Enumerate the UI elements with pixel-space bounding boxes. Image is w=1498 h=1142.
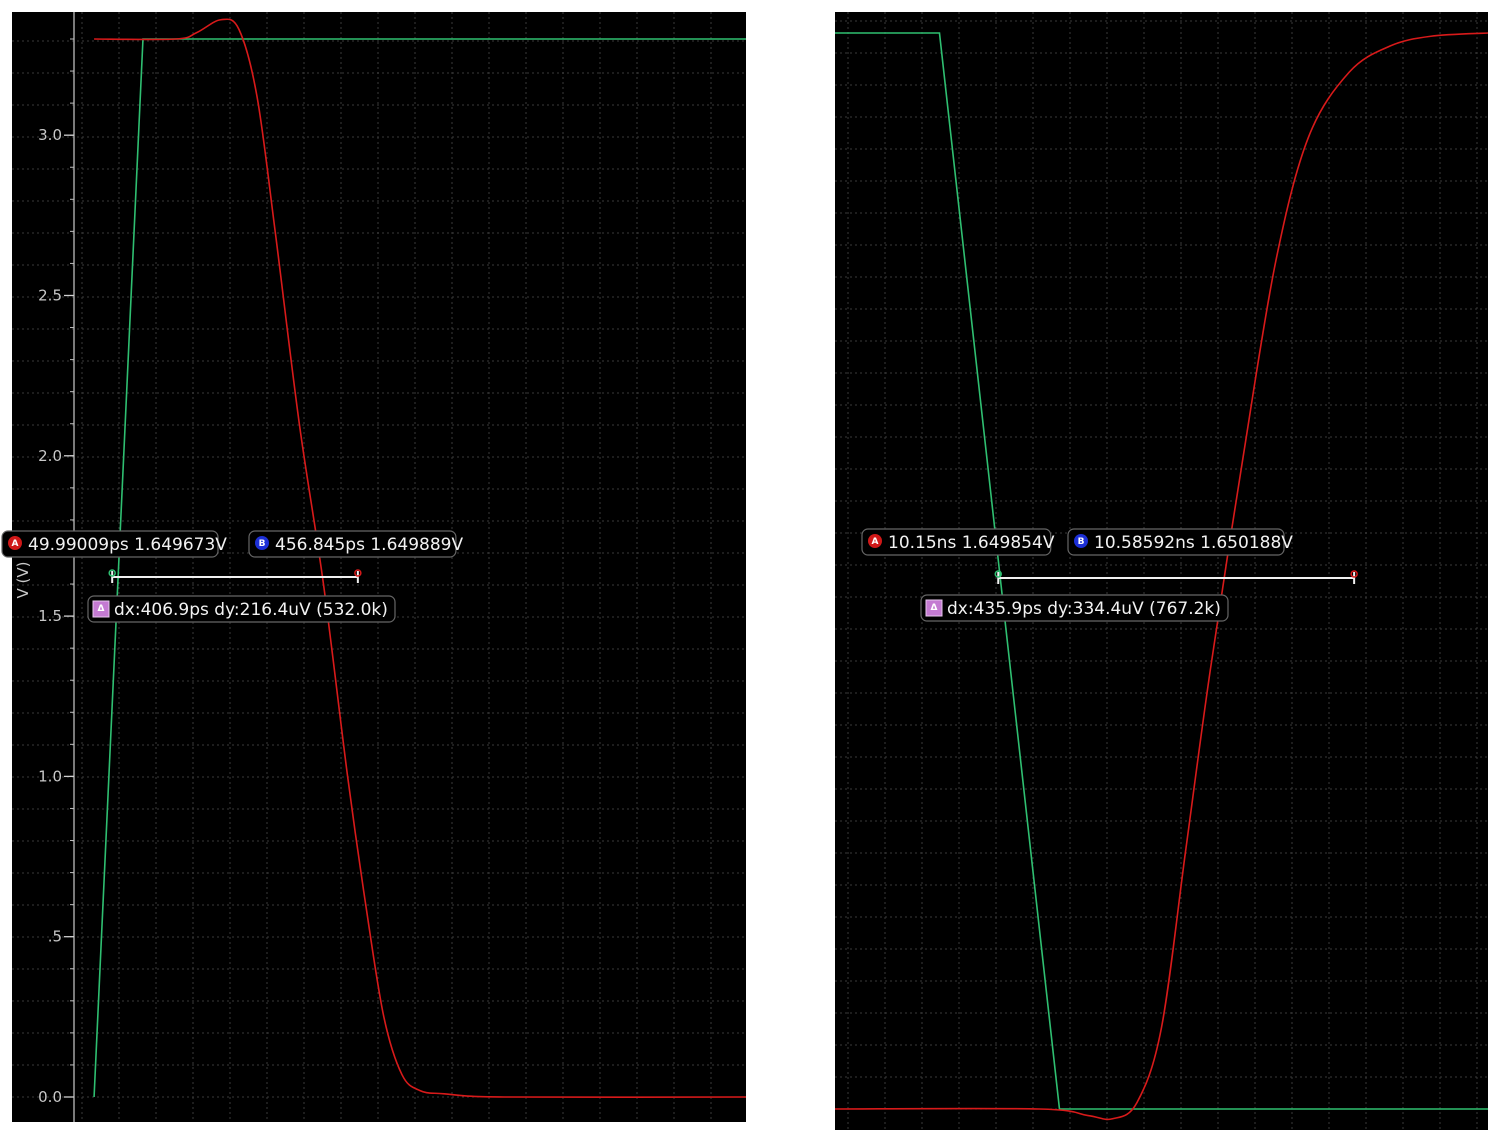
delta-label-badge-letter: Δ [931, 603, 938, 613]
delta-label[interactable]: Δdx:406.9ps dy:216.4uV (532.0k) [87, 595, 396, 623]
marker-b-label-badge-letter: B [259, 539, 266, 549]
delta-label-text: dx:435.9ps dy:334.4uV (767.2k) [947, 599, 1221, 619]
y-tick-label: 2.0 [38, 447, 62, 465]
waveform-charts: 3.0 2.5 2.0 1.5 1.0 .5 0.0 V (V) A 49.99009ps 1… [1, 12, 1489, 1130]
y-tick-label: 3.0 [38, 126, 62, 144]
left-chart-panel: 3.0 2.5 2.0 1.5 1.0 .5 0.0 V (V) A 49.99009ps 1… [1, 12, 747, 1122]
marker-a-label[interactable]: A 10.15ns 1.649854V [861, 528, 1055, 556]
y-tick-label: 1.0 [38, 767, 62, 785]
delta-label-text: dx:406.9ps dy:216.4uV (532.0k) [114, 600, 388, 620]
y-tick-label: .5 [48, 928, 62, 946]
marker-a-label-badge-letter: A [872, 537, 879, 547]
marker-b-label[interactable]: B 10.58592ns 1.650188V [1067, 528, 1293, 556]
right-plot-background [835, 12, 1488, 1130]
y-tick-label: 2.5 [38, 286, 62, 304]
delta-label[interactable]: Δdx:435.9ps dy:334.4uV (767.2k) [920, 594, 1229, 622]
marker-b-label-text: 456.845ps 1.649889V [275, 535, 463, 555]
marker-a-label-text: 49.99009ps 1.649673V [28, 535, 227, 555]
right-chart-panel: A 10.15ns 1.649854V B 10.58592ns 1.650188V Δ… [834, 12, 1489, 1130]
y-tick-label: 0.0 [38, 1088, 62, 1106]
marker-b-label-text: 10.58592ns 1.650188V [1094, 533, 1293, 553]
y-tick-label: 1.5 [38, 607, 62, 625]
marker-b-label[interactable]: B 456.845ps 1.649889V [248, 530, 463, 558]
marker-a-label-badge-letter: A [12, 539, 19, 549]
marker-a-label[interactable]: A 49.99009ps 1.649673V [1, 530, 227, 558]
marker-b-label-badge-letter: B [1078, 537, 1085, 547]
delta-label-badge-letter: Δ [98, 604, 105, 614]
marker-a-label-text: 10.15ns 1.649854V [888, 533, 1055, 553]
left-y-axis-label: V (V) [14, 562, 32, 599]
left-plot-background [12, 12, 746, 1122]
